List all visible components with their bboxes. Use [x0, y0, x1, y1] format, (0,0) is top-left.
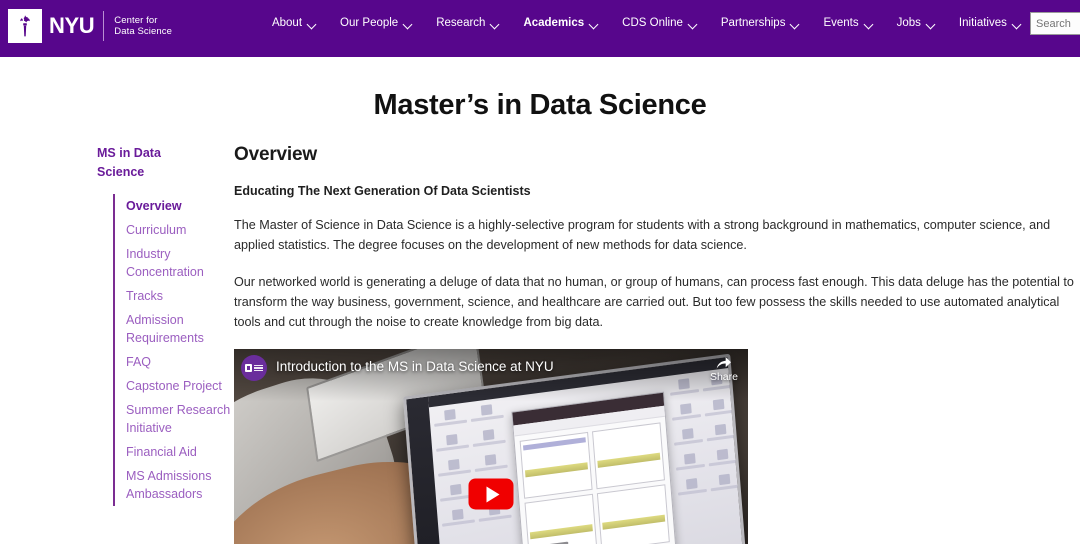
list-item: Summer Research Initiative: [126, 398, 234, 440]
nav-label: Events: [823, 17, 859, 29]
chevron-down-icon: [308, 21, 316, 26]
youtube-play-button[interactable]: [468, 478, 514, 510]
paragraph-2: Our networked world is generating a delu…: [234, 275, 1074, 329]
chevron-down-icon: [491, 21, 499, 26]
chevron-down-icon: [590, 21, 598, 26]
search-input[interactable]: [1030, 12, 1080, 35]
sidebar-item-overview[interactable]: Overview: [126, 194, 234, 218]
sidebar-item-curriculum[interactable]: Curriculum: [126, 218, 234, 242]
chevron-down-icon: [927, 21, 935, 26]
share-button[interactable]: Share: [710, 355, 738, 383]
site-header: NYU Center for Data Science About Our Pe…: [0, 0, 1080, 57]
share-icon: [717, 357, 732, 369]
sidebar-item-industry-concentration[interactable]: Industry Concentration: [126, 242, 234, 284]
video-title[interactable]: Introduction to the MS in Data Science a…: [276, 359, 554, 375]
chevron-down-icon: [689, 21, 697, 26]
nav-label: Academics: [523, 17, 585, 29]
sidebar-item-ms-admissions-ambassadors[interactable]: MS Admissions Ambassadors: [126, 464, 234, 506]
list-item: Industry Concentration: [126, 242, 234, 284]
video-top-overlay: Introduction to the MS in Data Science a…: [234, 349, 748, 397]
nav-label: Jobs: [896, 17, 921, 29]
sidebar-item-tracks[interactable]: Tracks: [126, 284, 234, 308]
section-title: Overview: [234, 144, 317, 165]
content-wrapper: MS in Data Science Overview Curriculum I…: [0, 144, 1080, 544]
nav-item-about[interactable]: About: [260, 14, 328, 34]
section-subtitle: Educating The Next Generation Of Data Sc…: [234, 184, 531, 198]
sidebar-heading: MS in Data Science: [97, 146, 161, 179]
nav-item-our-people[interactable]: Our People: [328, 14, 424, 34]
channel-avatar[interactable]: [241, 355, 267, 381]
nav-label: Initiatives: [958, 17, 1007, 29]
sidebar-list: Overview Curriculum Industry Concentrati…: [113, 194, 234, 506]
sidebar: MS in Data Science Overview Curriculum I…: [97, 144, 234, 544]
paragraph-1: The Master of Science in Data Science is…: [234, 218, 1051, 252]
sidebar-item-capstone-project[interactable]: Capstone Project: [126, 374, 234, 398]
nav-item-cds-online[interactable]: CDS Online: [610, 14, 709, 34]
list-item: Tracks: [126, 284, 234, 308]
nav-label: About: [271, 17, 303, 29]
list-item: Admission Requirements: [126, 308, 234, 350]
list-item: Overview: [126, 194, 234, 218]
chevron-down-icon: [791, 21, 799, 26]
main-content: Overview Educating The Next Generation O…: [234, 144, 1077, 544]
nav-item-partnerships[interactable]: Partnerships: [709, 14, 812, 34]
nav-label: Our People: [340, 17, 399, 29]
sidebar-item-admission-requirements[interactable]: Admission Requirements: [126, 308, 234, 350]
chevron-down-icon: [404, 21, 412, 26]
nav-label: Research: [436, 17, 486, 29]
sidebar-item-faq[interactable]: FAQ: [126, 350, 234, 374]
list-item: Financial Aid: [126, 440, 234, 464]
list-item: FAQ: [126, 350, 234, 374]
share-label: Share: [709, 371, 738, 383]
nav-item-academics[interactable]: Academics: [511, 14, 610, 34]
brand-subtitle: Center for Data Science: [114, 14, 172, 38]
nav-label: Partnerships: [720, 17, 786, 29]
list-item: Curriculum: [126, 218, 234, 242]
nav-item-events[interactable]: Events: [811, 14, 884, 34]
nav-item-initiatives[interactable]: Initiatives: [947, 14, 1033, 34]
chevron-down-icon: [1013, 21, 1021, 26]
sidebar-item-summer-research-initiative[interactable]: Summer Research Initiative: [126, 398, 234, 440]
nav-item-jobs[interactable]: Jobs: [885, 14, 947, 34]
nyu-wordmark: NYU: [49, 13, 95, 38]
list-item: Capstone Project: [126, 374, 234, 398]
youtube-video-embed[interactable]: SAMSUNG Introduction to the MS in Data S…: [234, 349, 748, 544]
nyu-torch-icon: [8, 9, 42, 43]
nav-item-research[interactable]: Research: [424, 14, 511, 34]
page-title: Master’s in Data Science: [373, 89, 707, 121]
brand-logo[interactable]: NYU Center for Data Science: [8, 7, 172, 45]
main-navigation: About Our People Research Academics CDS …: [260, 14, 1033, 34]
chevron-down-icon: [865, 21, 873, 26]
cds-logo-icon: [245, 364, 263, 372]
nav-label: CDS Online: [622, 17, 683, 29]
sidebar-item-financial-aid[interactable]: Financial Aid: [126, 440, 234, 464]
brand-divider: [103, 11, 105, 41]
list-item: MS Admissions Ambassadors: [126, 464, 234, 506]
play-triangle-icon: [486, 486, 499, 502]
